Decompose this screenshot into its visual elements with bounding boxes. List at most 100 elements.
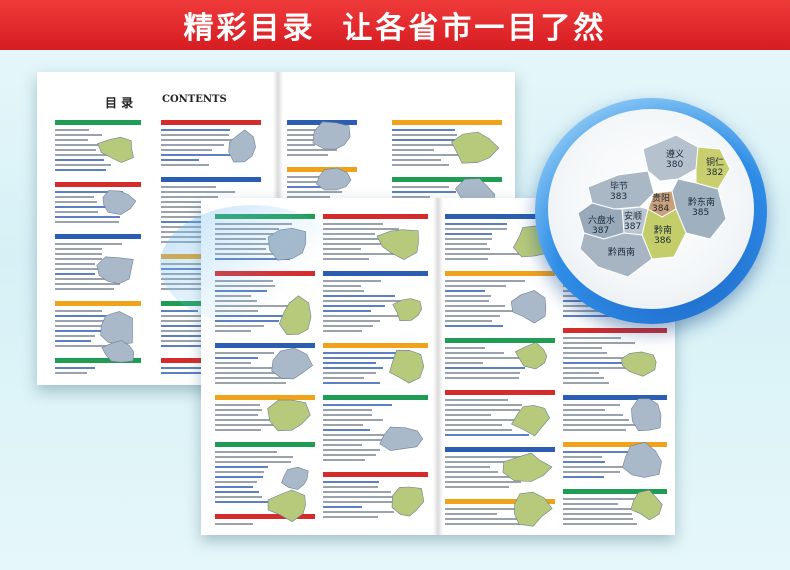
- text-line: [215, 352, 274, 354]
- text-line: [323, 486, 378, 488]
- text-line: [445, 285, 506, 287]
- province-thumbnail-map: [513, 491, 553, 527]
- text-line: [215, 456, 293, 458]
- text-line: [445, 362, 483, 364]
- text-line: [563, 337, 621, 339]
- region-page-qiandongnan: 385: [692, 208, 709, 218]
- text-line: [215, 451, 277, 453]
- province-thumbnail-map: [316, 167, 352, 191]
- text-line: [445, 315, 500, 317]
- section-header-bar: [215, 442, 315, 447]
- text-line: [323, 491, 391, 493]
- province-thumbnail-map: [621, 351, 657, 377]
- header-banner: 精彩目录 让各省市一目了然: [0, 0, 790, 50]
- text-line: [215, 325, 264, 327]
- text-line: [563, 429, 626, 431]
- text-line: [215, 486, 253, 488]
- text-line: [323, 357, 395, 359]
- text-line: [55, 221, 119, 223]
- province-thumbnail-map: [267, 399, 311, 432]
- text-line: [563, 513, 632, 515]
- text-line: [323, 382, 380, 384]
- province-thumbnail-map: [271, 347, 313, 380]
- province-thumbnail-map: [101, 340, 135, 363]
- text-line: [392, 149, 434, 151]
- text-line: [445, 414, 491, 416]
- section-header-bar: [323, 214, 428, 219]
- lens-reflection: [160, 205, 345, 325]
- text-line: [445, 228, 507, 230]
- text-line: [323, 362, 376, 364]
- province-thumbnail-map: [630, 489, 663, 521]
- text-line: [445, 377, 519, 379]
- text-line: [392, 164, 449, 166]
- text-line: [445, 372, 520, 374]
- text-line: [215, 357, 258, 359]
- magnifier: 遵义 380 铜仁 382 毕节 383 贵阳 384 黔东南 385 黔南 3…: [535, 98, 767, 324]
- region-label-bijie: 毕节: [610, 180, 628, 192]
- text-line: [563, 377, 604, 379]
- province-thumbnail-map: [376, 229, 419, 261]
- text-line: [445, 223, 507, 225]
- text-line: [445, 248, 490, 250]
- text-line: [161, 186, 216, 188]
- text-line: [55, 263, 95, 265]
- text-line: [445, 295, 491, 297]
- region-label-guiyang: 贵阳: [652, 192, 670, 204]
- text-line: [563, 419, 629, 421]
- text-line: [563, 476, 604, 478]
- text-line: [215, 523, 253, 525]
- text-line: [323, 295, 395, 297]
- province-thumbnail-map: [97, 136, 134, 163]
- text-line: [55, 288, 114, 290]
- text-line: [563, 508, 633, 510]
- text-line: [323, 315, 399, 317]
- section-header-bar: [55, 120, 141, 125]
- text-line: [392, 159, 441, 161]
- toc-title: 目 录: [105, 96, 134, 110]
- text-line: [392, 129, 455, 131]
- text-line: [563, 503, 618, 505]
- text-line: [161, 335, 201, 337]
- section-header-bar: [323, 472, 428, 477]
- text-line: [445, 290, 485, 292]
- text-line: [445, 325, 503, 327]
- text-line: [445, 258, 488, 260]
- text-line: [445, 280, 525, 282]
- region-page-anshun: 387: [624, 222, 641, 232]
- text-line: [55, 201, 97, 203]
- province-thumbnail-map: [514, 342, 548, 370]
- text-line: [161, 144, 224, 146]
- text-line: [323, 310, 371, 312]
- text-line: [215, 414, 258, 416]
- text-line: [445, 471, 498, 473]
- text-line: [323, 516, 378, 518]
- text-line: [563, 372, 599, 374]
- text-line: [445, 429, 512, 431]
- magnifier-lens: 遵义 380 铜仁 382 毕节 383 贵阳 384 黔东南 385 黔南 3…: [548, 109, 754, 309]
- text-line: [55, 367, 95, 369]
- region-label-zunyi: 遵义: [666, 148, 684, 160]
- text-line: [323, 325, 373, 327]
- text-line: [55, 216, 120, 218]
- text-line: [445, 352, 504, 354]
- text-line: [445, 320, 492, 322]
- text-line: [215, 481, 257, 483]
- text-line: [445, 513, 497, 515]
- province-thumbnail-map: [451, 131, 500, 164]
- text-line: [55, 372, 87, 374]
- text-line: [55, 129, 89, 131]
- region-page-guiyang: 384: [652, 204, 669, 214]
- section-header-bar: [55, 301, 141, 306]
- text-line: [323, 481, 379, 483]
- region-page-qiannan: 386: [654, 236, 671, 246]
- text-line: [563, 382, 609, 384]
- section-header-bar: [392, 120, 502, 125]
- banner-title: 精彩目录 让各省市一目了然: [183, 11, 607, 46]
- region-label-qiandongnan: 黔东南: [688, 196, 715, 208]
- text-line: [445, 347, 485, 349]
- section-header-bar: [323, 395, 428, 400]
- text-line: [161, 159, 199, 161]
- text-line: [55, 196, 94, 198]
- text-line: [55, 340, 91, 342]
